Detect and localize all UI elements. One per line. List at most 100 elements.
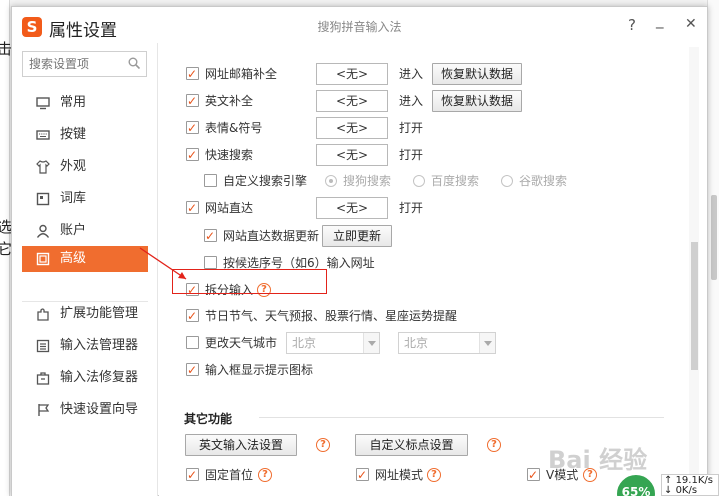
net-speed-down: ↓ 0K/s [664, 485, 698, 496]
engine-sogou-radio[interactable] [325, 175, 337, 187]
sidebar-item-label: 扩展功能管理 [60, 306, 139, 321]
setting-festival: 节日节气、天气预报、股票行情、星座运势提醒 [159, 305, 699, 327]
scrollbar-thumb[interactable] [691, 242, 698, 370]
minimize-button[interactable]: _ [656, 11, 664, 29]
sidebar-item-appearance[interactable]: 外观 [22, 154, 148, 180]
battery-indicator: 65% [615, 473, 657, 496]
sidebar-item-label: 输入法管理器 [60, 338, 139, 353]
sidebar-item-common[interactable]: 常用 [22, 90, 148, 116]
sidebar-item-label: 输入法修复器 [60, 370, 139, 385]
search-box[interactable] [22, 51, 147, 77]
weather-city-value: 北京 [404, 336, 429, 350]
quick-search-hotkey[interactable]: <无> [316, 144, 388, 166]
watermark: Bai 经验 [548, 446, 648, 474]
english-enter-label: 进入 [399, 94, 424, 108]
sidebar: 常用 按键 外观 词库 账户 高级 扩展功能管理 输入法管理器 [12, 43, 158, 496]
help-button[interactable]: ? [628, 16, 636, 34]
fixed-first-help-icon[interactable]: ? [258, 468, 272, 482]
sidebar-item-dictionary[interactable]: 词库 [22, 186, 148, 212]
close-button[interactable]: ✕ [685, 16, 697, 32]
setting-weather-city: 更改天气城市 北京 北京 [159, 332, 699, 354]
custom-engine-checkbox[interactable] [204, 174, 217, 187]
setting-site-update: 网站直达数据更新 立即更新 [159, 225, 699, 247]
url-email-hotkey[interactable]: <无> [316, 63, 388, 85]
url-email-checkbox[interactable] [186, 63, 199, 85]
setting-tray-icon: 输入框显示提示图标 [159, 359, 699, 381]
sidebar-item-account[interactable]: 账户 [22, 218, 148, 244]
sidebar-item-extensions[interactable]: 扩展功能管理 [22, 301, 148, 327]
url-mode-checkbox[interactable] [356, 464, 369, 486]
sidebar-item-label: 账户 [60, 223, 87, 238]
site-direct-label: 网站直达 [205, 201, 254, 215]
search-input[interactable] [23, 52, 123, 76]
sidebar-item-label: 快速设置向导 [60, 402, 139, 417]
english-reset-button[interactable]: 恢复默认数据 [432, 90, 522, 112]
sidebar-item-ime-manager[interactable]: 输入法管理器 [22, 333, 148, 359]
emoji-label: 表情&符号 [205, 121, 263, 135]
quick-search-open-label: 打开 [399, 148, 424, 162]
background-scrollbar [711, 195, 717, 280]
setting-english: 英文补全 <无> 进入 恢复默认数据 [159, 90, 699, 112]
url-email-reset-button[interactable]: 恢复默认数据 [432, 63, 522, 85]
weather-province-select[interactable]: 北京 [286, 332, 380, 354]
english-ime-help-icon[interactable]: ? [316, 438, 330, 452]
chevron-down-icon [479, 333, 495, 353]
english-hotkey[interactable]: <无> [316, 90, 388, 112]
update-now-button[interactable]: 立即更新 [322, 225, 392, 247]
search-icon[interactable] [128, 57, 140, 69]
emoji-open-label: 打开 [399, 121, 424, 135]
site-direct-hotkey[interactable]: <无> [316, 197, 388, 219]
sidebar-item-keys[interactable]: 按键 [22, 122, 148, 148]
sidebar-item-setup-wizard[interactable]: 快速设置向导 [22, 397, 148, 423]
emoji-hotkey[interactable]: <无> [316, 117, 388, 139]
festival-checkbox[interactable] [186, 305, 199, 327]
monitor-icon [36, 97, 50, 110]
sidebar-item-ime-repair[interactable]: 输入法修复器 [22, 365, 148, 391]
quick-search-label: 快速搜索 [205, 148, 254, 162]
url-mode-help-icon[interactable]: ? [427, 468, 441, 482]
flag-icon [38, 404, 50, 416]
sidebar-item-advanced[interactable]: 高级 [22, 246, 148, 272]
weather-city-select[interactable]: 北京 [398, 332, 496, 354]
v-mode-checkbox[interactable] [527, 464, 540, 486]
user-icon [36, 224, 50, 238]
weather-city-checkbox[interactable] [186, 336, 199, 349]
custom-punct-button[interactable]: 自定义标点设置 [355, 434, 468, 456]
custom-punct-help-icon[interactable]: ? [487, 438, 501, 452]
net-speed-panel: ↑ 19.1K/s ↓ 0K/s [661, 474, 719, 496]
engine-google-radio[interactable] [501, 175, 513, 187]
weather-city-label: 更改天气城市 [205, 336, 278, 350]
url-email-label: 网址邮箱补全 [205, 67, 278, 81]
english-ime-settings-button[interactable]: 英文输入法设置 [185, 434, 297, 456]
site-update-checkbox[interactable] [204, 225, 217, 247]
setting-site-direct: 网站直达 <无> 打开 [159, 197, 699, 219]
fixed-first-label: 固定首位 [205, 468, 254, 482]
fixed-first-checkbox[interactable] [186, 464, 199, 486]
setting-emoji: 表情&符号 <无> 打开 [159, 117, 699, 139]
sidebar-item-label: 高级 [60, 251, 87, 266]
weather-province-value: 北京 [292, 336, 317, 350]
candidate-url-checkbox[interactable] [204, 256, 217, 269]
settings-scrollbar[interactable] [689, 47, 699, 493]
list-icon [36, 339, 50, 353]
chevron-down-icon [363, 333, 379, 353]
site-direct-checkbox[interactable] [186, 197, 199, 219]
section-divider [259, 417, 664, 418]
toolbox-icon [36, 372, 50, 385]
engine-sogou-label: 搜狗搜索 [343, 174, 392, 188]
festival-label: 节日节气、天气预报、股票行情、星座运势提醒 [205, 309, 458, 323]
emoji-checkbox[interactable] [186, 117, 199, 139]
english-checkbox[interactable] [186, 90, 199, 112]
annotation-highlight-box [172, 269, 327, 294]
tray-icon-label: 输入框显示提示图标 [205, 363, 314, 377]
sidebar-item-label: 按键 [60, 127, 87, 142]
engine-baidu-radio[interactable] [413, 175, 425, 187]
book-icon [36, 192, 50, 206]
settings-dialog: S 属性设置 搜狗拼音输入法 ? _ ✕ 常用 按键 外观 词库 账户 [11, 6, 708, 496]
quick-search-checkbox[interactable] [186, 144, 199, 166]
tray-icon-checkbox[interactable] [186, 359, 199, 381]
site-direct-open-label: 打开 [399, 201, 424, 215]
puzzle-icon [37, 308, 49, 321]
sidebar-item-label: 外观 [60, 159, 87, 174]
network-widget: 65% ↑ 19.1K/s ↓ 0K/s [615, 473, 719, 496]
